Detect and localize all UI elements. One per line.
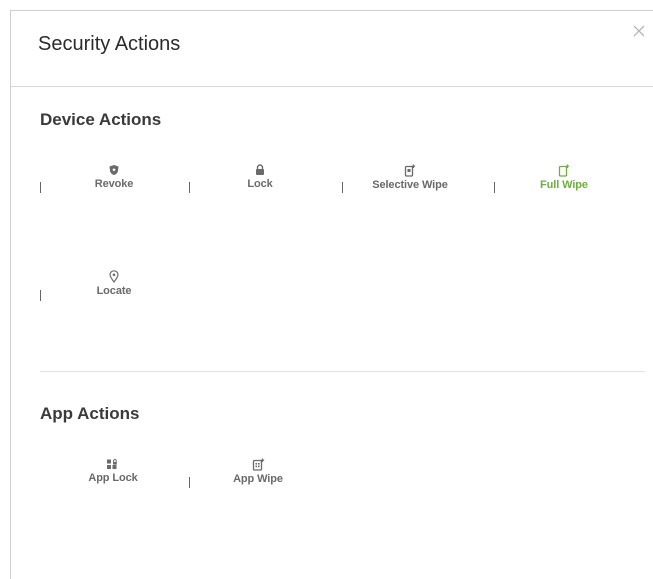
app-lock-icon	[53, 458, 173, 470]
dialog-title: Security Actions	[38, 33, 181, 55]
device-actions-heading: Device Actions	[40, 110, 162, 129]
lock-label: Lock	[247, 178, 273, 190]
full-wipe-label: Full Wipe	[540, 179, 588, 191]
full-wipe-button[interactable]: Full Wipe	[504, 164, 624, 191]
separator	[40, 290, 41, 301]
shield-icon	[54, 164, 174, 176]
separator	[40, 182, 41, 193]
locate-label: Locate	[96, 285, 132, 297]
locate-button[interactable]: Locate	[54, 270, 174, 297]
lock-button[interactable]: Lock	[200, 164, 320, 190]
lock-icon	[200, 164, 320, 176]
separator	[189, 477, 190, 488]
app-lock-label: App Lock	[88, 472, 138, 484]
close-icon[interactable]	[631, 23, 647, 39]
app-lock-button[interactable]: App Lock	[53, 458, 173, 484]
separator	[342, 182, 343, 193]
app-wipe-icon	[198, 458, 318, 471]
selective-wipe-icon	[350, 164, 470, 177]
app-wipe-label: App Wipe	[233, 473, 283, 485]
app-wipe-button[interactable]: App Wipe	[198, 458, 318, 485]
separator	[494, 182, 495, 193]
security-actions-dialog: Security Actions Device Actions Revoke L…	[10, 10, 653, 579]
selective-wipe-label: Selective Wipe	[372, 179, 448, 191]
full-wipe-icon	[504, 164, 624, 177]
separator	[189, 182, 190, 193]
revoke-label: Revoke	[94, 178, 134, 190]
dialog-header: Security Actions	[11, 11, 653, 87]
selective-wipe-button[interactable]: Selective Wipe	[350, 164, 470, 191]
section-divider	[40, 371, 645, 372]
location-pin-icon	[54, 270, 174, 283]
revoke-button[interactable]: Revoke	[54, 164, 174, 190]
app-actions-heading: App Actions	[40, 404, 140, 423]
